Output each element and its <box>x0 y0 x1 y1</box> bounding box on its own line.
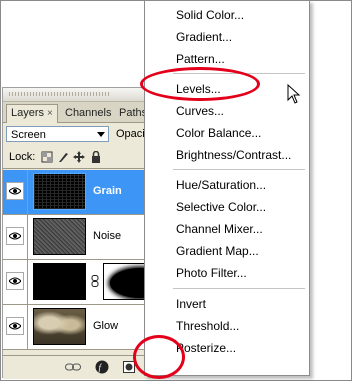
layer-row-grain[interactable]: Grain <box>3 170 163 215</box>
menu-separator <box>173 169 305 170</box>
tab-channels[interactable]: Channels <box>61 105 115 122</box>
menu-item-channel-mixer[interactable]: Channel Mixer... <box>145 218 309 240</box>
panel-titlebar[interactable] <box>3 88 163 102</box>
menu-item-curves[interactable]: Curves... <box>145 100 309 122</box>
visibility-toggle[interactable] <box>6 272 24 290</box>
eye-icon <box>9 187 21 195</box>
link-chain-icon[interactable] <box>91 275 99 287</box>
menu-item-threshold[interactable]: Threshold... <box>145 315 309 337</box>
layer-name[interactable]: Glow <box>93 320 118 332</box>
lock-pixels-brush-icon[interactable] <box>57 151 69 163</box>
blend-mode-value: Screen <box>11 129 46 141</box>
menu-item-hue-saturation[interactable]: Hue/Saturation... <box>145 174 309 196</box>
layer-style-fx-icon[interactable]: f <box>95 360 109 374</box>
visibility-toggle[interactable] <box>6 182 24 200</box>
menu-item-photo-filter[interactable]: Photo Filter... <box>145 262 309 284</box>
tab-layers[interactable]: Layers × <box>6 104 58 123</box>
layer-thumbnail[interactable] <box>33 263 86 300</box>
lock-label: Lock: <box>9 151 36 163</box>
menu-item-pattern[interactable]: Pattern... <box>145 48 309 70</box>
tab-paths-label: Paths <box>119 107 148 119</box>
layers-panel: Layers × Channels Paths Screen Opaci Lock… <box>2 87 163 379</box>
lock-all-icon[interactable] <box>90 151 102 163</box>
lock-row: Lock: <box>3 146 163 169</box>
new-adjustment-layer-menu: Solid Color... Gradient... Pattern... Le… <box>144 0 310 376</box>
layer-row-noise[interactable]: Noise <box>3 215 163 260</box>
mouse-cursor-icon <box>287 84 301 104</box>
eye-icon <box>9 277 21 285</box>
menu-item-brightness-contrast[interactable]: Brightness/Contrast... <box>145 144 309 166</box>
visibility-toggle[interactable] <box>6 317 24 335</box>
opacity-label: Opaci <box>116 128 145 140</box>
layer-name[interactable]: Noise <box>93 230 121 242</box>
visibility-toggle[interactable] <box>6 227 24 245</box>
menu-item-color-balance[interactable]: Color Balance... <box>145 122 309 144</box>
divider <box>27 170 28 214</box>
lock-transparency-icon[interactable] <box>41 151 53 163</box>
layer-thumbnail[interactable] <box>33 218 86 255</box>
layer-thumbnail[interactable] <box>33 173 86 210</box>
levels-highlight-circle <box>140 67 260 101</box>
adjustment-button-highlight-circle <box>133 335 185 379</box>
link-layers-icon[interactable] <box>65 363 81 371</box>
tab-layers-label: Layers <box>11 107 45 119</box>
blend-mode-select[interactable]: Screen <box>6 126 109 142</box>
tab-channels-label: Channels <box>65 107 112 119</box>
divider <box>27 260 28 304</box>
lock-position-move-icon[interactable] <box>73 151 85 163</box>
layer-name[interactable]: Grain <box>93 185 122 197</box>
menu-item-invert[interactable]: Invert <box>145 293 309 315</box>
menu-item-solid-color[interactable]: Solid Color... <box>145 4 309 26</box>
panel-tabs: Layers × Channels Paths <box>3 102 163 123</box>
blend-row: Screen Opaci <box>3 125 163 145</box>
drag-grip[interactable] <box>9 92 109 96</box>
layer-row-adjustment[interactable] <box>3 260 163 305</box>
divider <box>27 305 28 349</box>
eye-icon <box>9 232 21 240</box>
menu-item-gradient-map[interactable]: Gradient Map... <box>145 240 309 262</box>
menu-separator <box>173 288 305 289</box>
divider <box>27 215 28 259</box>
eye-icon <box>9 322 21 330</box>
menu-item-selective-color[interactable]: Selective Color... <box>145 196 309 218</box>
close-icon[interactable]: × <box>47 105 53 122</box>
chevron-down-icon <box>97 132 105 137</box>
layer-thumbnail[interactable] <box>33 308 86 345</box>
menu-item-gradient[interactable]: Gradient... <box>145 26 309 48</box>
